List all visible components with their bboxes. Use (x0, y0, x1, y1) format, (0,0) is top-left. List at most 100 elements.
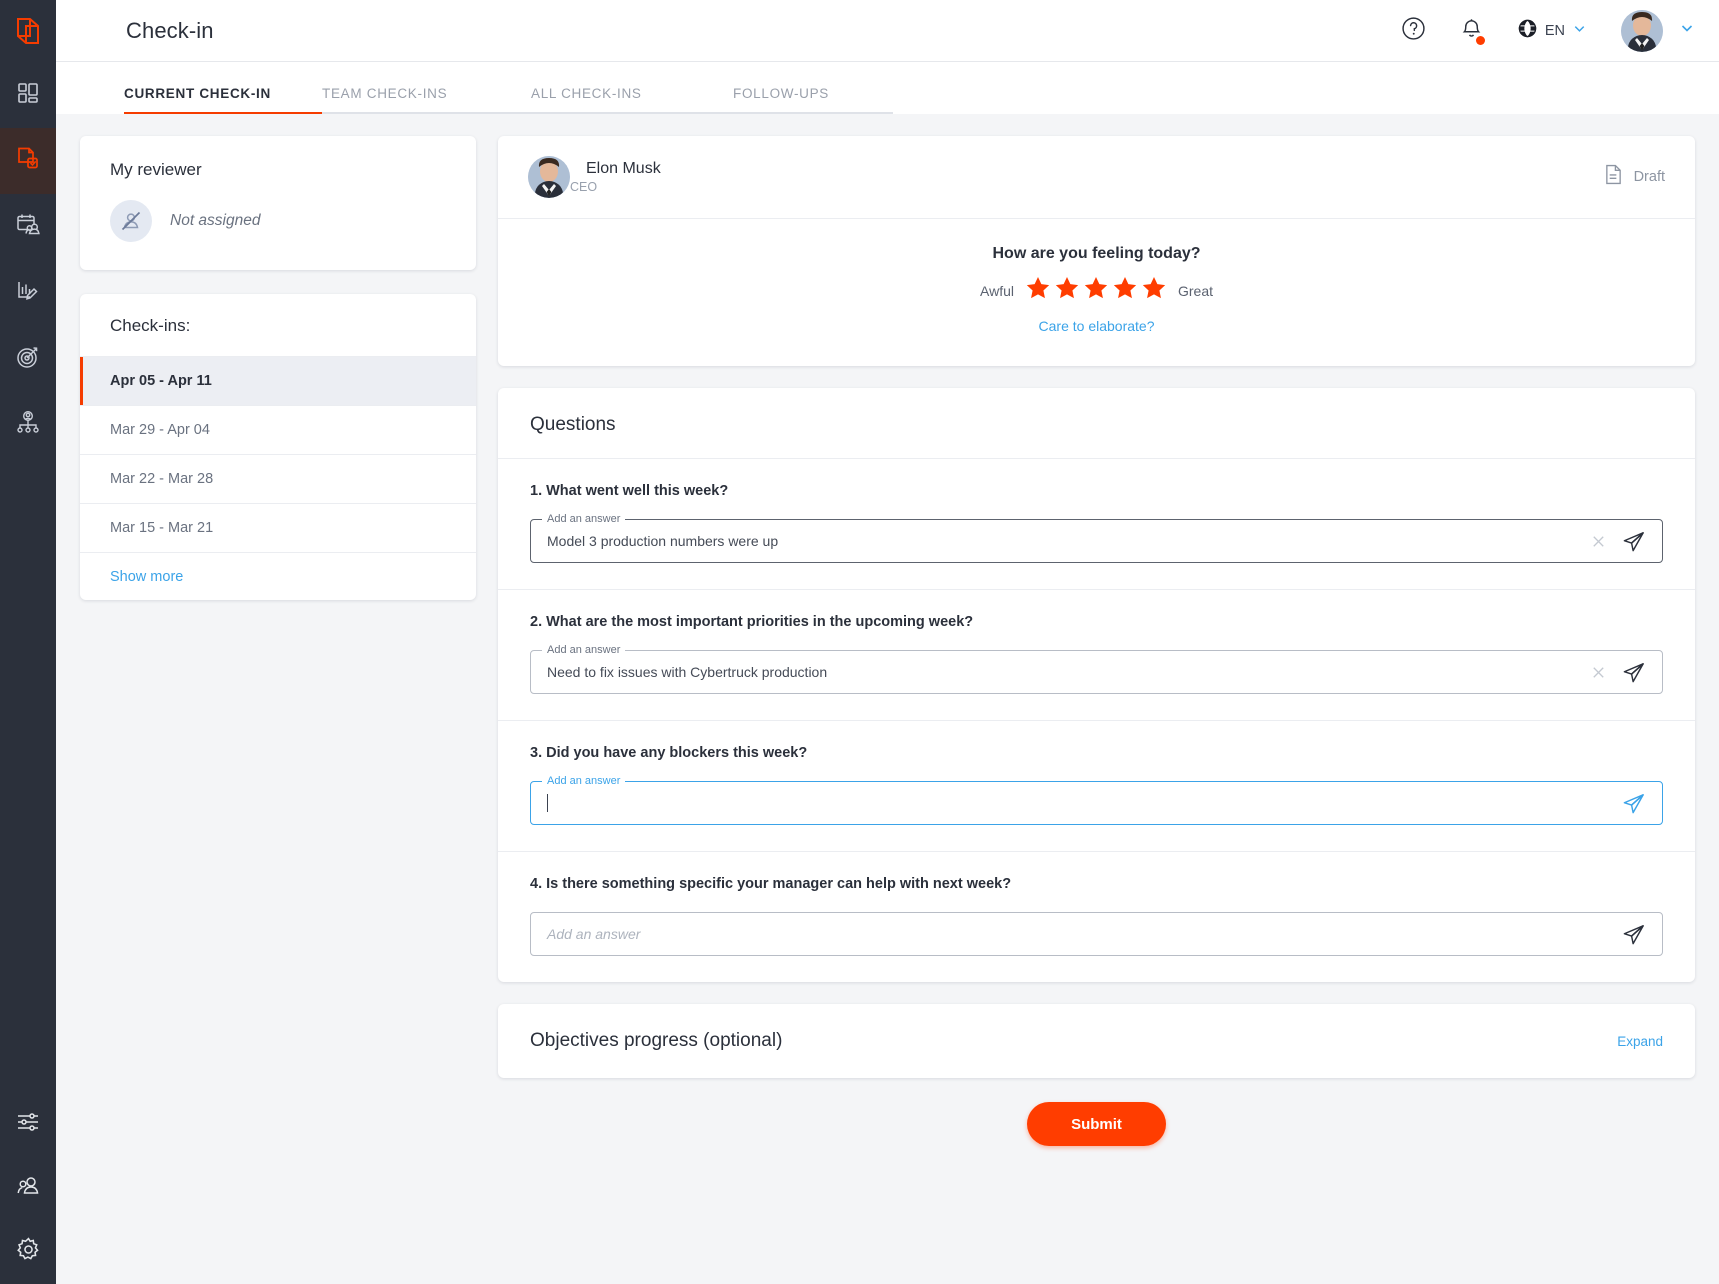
page-body: My reviewer Not assigned Check-ins: Apr … (56, 114, 1719, 1284)
field-actions (1621, 922, 1646, 947)
status-badge[interactable]: Draft (1604, 164, 1665, 190)
reviewer-row: Not assigned (110, 200, 446, 242)
grid-icon (16, 81, 40, 110)
sidebar-item-admin-settings[interactable] (0, 1220, 56, 1284)
person-slash-icon (110, 200, 152, 242)
text-caret (547, 794, 548, 812)
objectives-card: Objectives progress (optional) Expand (498, 1004, 1695, 1078)
notification-badge-dot (1475, 35, 1485, 45)
sidebar-item-objectives[interactable] (0, 326, 56, 392)
send-paper-plane-icon[interactable] (1621, 529, 1646, 554)
document-icon (1604, 164, 1623, 190)
close-x-icon[interactable] (1590, 533, 1607, 550)
field-legend: Add an answer (542, 644, 626, 656)
globe-icon (1517, 18, 1538, 44)
user-name: Elon Musk (586, 160, 661, 177)
close-x-icon[interactable] (1590, 664, 1607, 681)
question-label: 3. Did you have any blockers this week? (530, 745, 808, 761)
question-block: 4. Is there something specific your mana… (498, 851, 1695, 982)
mood-user-info: Elon Musk CEO (570, 160, 661, 194)
document-check-icon (15, 146, 41, 177)
chevron-down-icon (1572, 21, 1587, 41)
tabs: CURRENT CHECK-IN TEAM CHECK-INS ALL CHEC… (124, 86, 893, 114)
sidebar-item-dashboard[interactable] (0, 62, 56, 128)
right-column: Elon Musk CEO Draft How are you feeling … (498, 136, 1695, 1172)
gear-icon (15, 1236, 42, 1268)
send-paper-plane-icon[interactable] (1621, 791, 1646, 816)
top-bar: Check-in EN (56, 0, 1719, 62)
my-reviewer-title: My reviewer (110, 160, 202, 179)
sidebar-item-meetings[interactable] (0, 194, 56, 260)
avatar[interactable] (1621, 9, 1663, 52)
status-text: Draft (1633, 169, 1665, 185)
language-selector[interactable]: EN (1517, 18, 1587, 44)
top-bar-actions: EN (1401, 9, 1695, 52)
send-paper-plane-icon[interactable] (1621, 660, 1646, 685)
field-actions (1590, 660, 1646, 685)
list-item[interactable]: Mar 29 - Apr 04 (80, 405, 476, 454)
questions-card: Questions 1. What went well this week? A… (498, 388, 1695, 982)
rating-low-label: Awful (980, 282, 1014, 299)
send-paper-plane-icon[interactable] (1621, 922, 1646, 947)
language-label: EN (1544, 22, 1565, 39)
org-chart-icon (15, 410, 41, 441)
app-logo-icon[interactable] (0, 0, 56, 62)
help-button[interactable] (1401, 16, 1426, 46)
care-to-elaborate-link[interactable]: Care to elaborate? (1039, 318, 1155, 334)
mood-rating: Awful Great (498, 275, 1695, 306)
list-item[interactable]: Mar 15 - Mar 21 (80, 503, 476, 552)
mood-body: How are you feeling today? Awful Great C… (498, 219, 1695, 366)
mood-card-header: Elon Musk CEO Draft (498, 136, 1695, 219)
primary-nav-rail (0, 0, 56, 1284)
star-icon[interactable] (1083, 275, 1109, 306)
list-item[interactable]: Mar 22 - Mar 28 (80, 454, 476, 503)
question-block: 3. Did you have any blockers this week? … (498, 720, 1695, 851)
question-block: 2. What are the most important prioritie… (498, 589, 1695, 720)
objectives-expand-link[interactable]: Expand (1617, 1034, 1663, 1049)
tab-follow-ups[interactable]: FOLLOW-UPS (733, 86, 893, 114)
field-actions (1590, 529, 1646, 554)
calendar-people-icon (15, 212, 41, 243)
reviewer-status: Not assigned (170, 212, 261, 229)
star-icon[interactable] (1112, 275, 1138, 306)
target-arrow-icon (15, 344, 41, 375)
sidebar-item-reviews[interactable] (0, 260, 56, 326)
tab-bar: CURRENT CHECK-IN TEAM CHECK-INS ALL CHEC… (56, 62, 1719, 114)
star-icon[interactable] (1141, 275, 1167, 306)
tab-team-check-ins[interactable]: TEAM CHECK-INS (322, 86, 531, 114)
answer-field[interactable]: Add an answer Model 3 production numbers… (530, 513, 1663, 563)
check-ins-header: Check-ins: (80, 294, 476, 356)
answer-field[interactable]: Add an answer Need to fix issues with Cy… (530, 644, 1663, 694)
chart-pencil-icon (15, 278, 41, 309)
sidebar-item-check-in[interactable] (0, 128, 56, 194)
rail-bottom-items (0, 1092, 56, 1284)
answer-field[interactable]: Add an answer (530, 775, 1663, 825)
sidebar-item-people[interactable] (0, 1156, 56, 1220)
star-rating-group[interactable] (1025, 275, 1167, 306)
show-more-link[interactable]: Show more (80, 552, 476, 600)
star-icon[interactable] (1054, 275, 1080, 306)
answer-field[interactable]: Add an answer (530, 912, 1663, 956)
check-ins-card: Check-ins: Apr 05 - Apr 11 Mar 29 - Apr … (80, 294, 476, 600)
question-circle-icon (1401, 16, 1426, 46)
sidebar-item-org-chart[interactable] (0, 392, 56, 458)
question-block: 1. What went well this week? Add an answ… (498, 458, 1695, 589)
people-icon (15, 1173, 41, 1204)
list-item[interactable]: Apr 05 - Apr 11 (80, 356, 476, 405)
submit-button[interactable]: Submit (1027, 1102, 1166, 1146)
sidebar-item-settings-sliders[interactable] (0, 1092, 56, 1156)
rating-high-label: Great (1177, 282, 1213, 299)
notifications-button[interactable] (1460, 17, 1485, 45)
question-label: 1. What went well this week? (530, 483, 729, 499)
mood-question: How are you feeling today? (992, 245, 1201, 262)
rail-items (0, 62, 56, 458)
submit-row: Submit (498, 1100, 1695, 1172)
tab-all-check-ins[interactable]: ALL CHECK-INS (531, 86, 733, 114)
sliders-icon (15, 1109, 41, 1140)
user-menu[interactable] (1621, 9, 1695, 52)
tab-current-check-in[interactable]: CURRENT CHECK-IN (124, 86, 322, 114)
check-ins-title: Check-ins: (110, 316, 191, 335)
user-role: CEO (570, 180, 598, 194)
star-icon[interactable] (1025, 275, 1051, 306)
mood-card: Elon Musk CEO Draft How are you feeling … (498, 136, 1695, 366)
